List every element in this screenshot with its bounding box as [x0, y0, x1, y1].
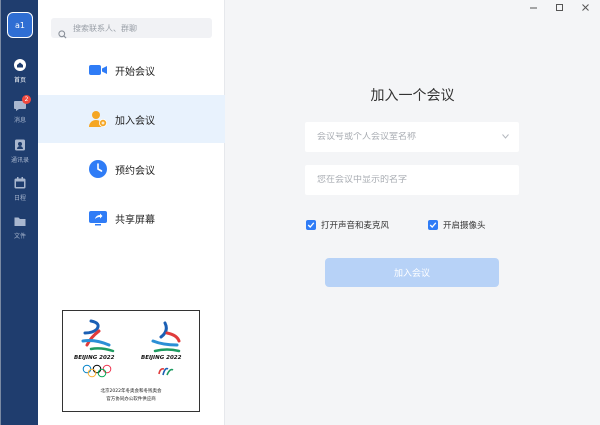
paralympic-emblem-icon — [151, 321, 181, 353]
join-meeting-button[interactable]: 加入会议 — [325, 258, 499, 287]
share-screen-icon — [88, 208, 108, 228]
rail-label-home: 首页 — [13, 77, 26, 84]
contacts-icon — [13, 138, 27, 152]
unread-badge: 2 — [22, 95, 31, 104]
join-meeting-panel: 加入一个会议 打开声音和麦克风 开启摄像头 加入会议 — [225, 0, 600, 425]
camera-checkbox[interactable] — [428, 220, 438, 230]
meeting-id-input[interactable] — [317, 132, 497, 142]
olympic-emblem-icon — [81, 319, 115, 353]
left-rail: a1 首页 2 消息 通讯录 日程 文件 — [0, 0, 38, 425]
menu-item-share-screen[interactable]: 共享屏幕 — [38, 194, 225, 242]
rail-item-files[interactable]: 文件 — [1, 214, 39, 240]
olympic-rings-icon — [82, 364, 112, 378]
sponsor-text-line1: 北京2022年冬奥会和冬残奥会 — [100, 389, 162, 394]
display-name-field[interactable] — [305, 165, 519, 195]
menu-label-share-screen: 共享屏幕 — [115, 214, 155, 226]
folder-icon — [13, 214, 27, 228]
close-icon[interactable] — [580, 2, 590, 12]
audio-option[interactable]: 打开声音和麦克风 — [306, 219, 389, 231]
video-camera-icon — [88, 60, 108, 80]
paralympic-agitos-icon — [158, 367, 174, 376]
menu-item-schedule-meeting[interactable]: 预约会议 — [38, 145, 225, 193]
audio-checkbox[interactable] — [306, 220, 316, 230]
menu-item-join-meeting[interactable]: 加入会议 — [38, 95, 225, 143]
join-user-icon — [88, 109, 108, 129]
chevron-down-icon[interactable] — [502, 134, 509, 139]
clock-icon — [88, 159, 108, 179]
search-box[interactable] — [51, 18, 212, 38]
audio-label: 打开声音和麦克风 — [321, 221, 390, 231]
display-name-input[interactable] — [317, 175, 497, 185]
menu-item-start-meeting[interactable]: 开始会议 — [38, 46, 225, 94]
home-icon — [13, 58, 27, 72]
beijing-2022-wordmark-right: BEIJING 2022 — [141, 355, 182, 361]
search-input[interactable] — [73, 23, 203, 33]
window-controls — [528, 2, 590, 12]
maximize-icon[interactable] — [554, 2, 564, 12]
rail-item-calendar[interactable]: 日程 — [1, 176, 39, 202]
rail-item-messages[interactable]: 2 消息 — [1, 95, 39, 124]
beijing-2022-wordmark-left: BEIJING 2022 — [74, 355, 115, 361]
sponsor-text-line2: 官方协同办公软件供应商 — [106, 397, 156, 402]
menu-label-schedule-meeting: 预约会议 — [115, 165, 155, 177]
page-title: 加入一个会议 — [370, 88, 455, 104]
sponsor-logo-card: BEIJING 2022 BEIJING 2022 北京2022年冬奥会和冬残奥… — [62, 310, 200, 412]
camera-label: 开启摄像头 — [443, 221, 486, 231]
meeting-menu: 开始会议 加入会议 预约会议 共享屏幕 BEIJING 2022 — [38, 0, 225, 425]
menu-label-join-meeting: 加入会议 — [115, 115, 155, 127]
rail-label-calendar: 日程 — [13, 195, 26, 202]
checkmark-icon — [429, 222, 437, 228]
rail-label-contacts: 通讯录 — [10, 157, 29, 164]
search-icon — [58, 24, 67, 38]
meeting-id-field[interactable] — [305, 122, 519, 152]
menu-label-start-meeting: 开始会议 — [115, 66, 155, 78]
rail-label-files: 文件 — [13, 233, 26, 240]
minimize-icon[interactable] — [528, 2, 538, 12]
avatar[interactable]: a1 — [7, 12, 33, 38]
rail-label-messages: 消息 — [13, 117, 26, 124]
checkmark-icon — [307, 222, 315, 228]
rail-item-contacts[interactable]: 通讯录 — [1, 138, 39, 164]
rail-item-home[interactable]: 首页 — [1, 58, 39, 84]
camera-option[interactable]: 开启摄像头 — [428, 219, 486, 231]
calendar-icon — [13, 176, 27, 190]
